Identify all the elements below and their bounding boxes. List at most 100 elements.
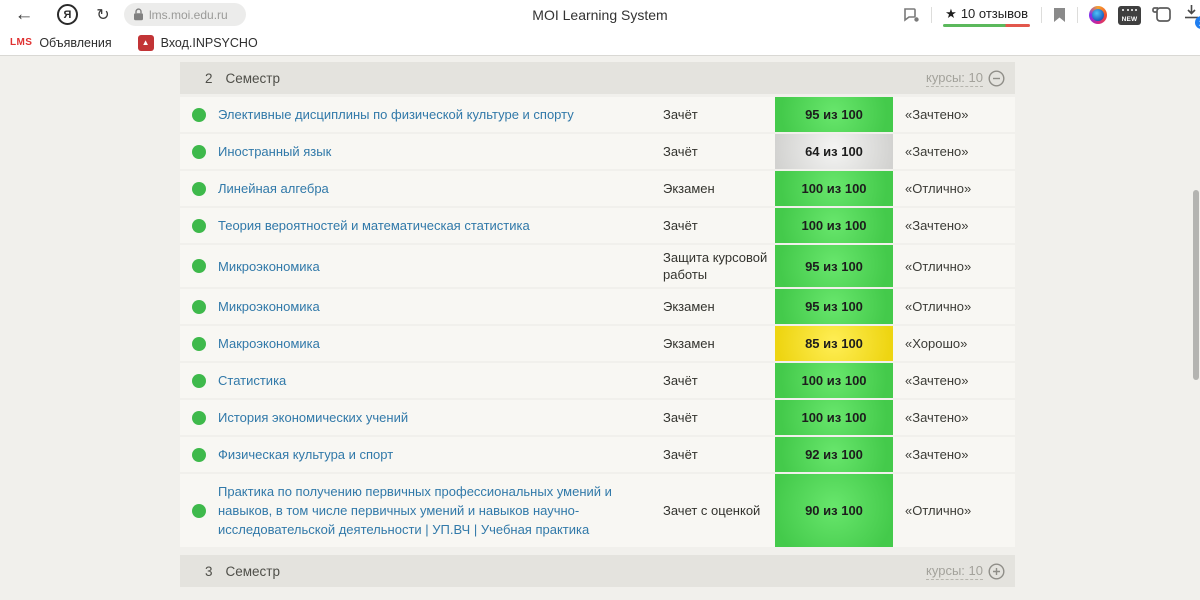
grade-text: «Зачтено» (905, 218, 969, 233)
bookmark-inpsycho[interactable]: ▲ Вход.INPSYCHO (137, 34, 258, 51)
back-icon[interactable]: ← (12, 0, 36, 30)
course-row: Элективные дисциплины по физической куль… (180, 97, 1015, 134)
course-row: Статистика Зачёт 100 из 100 «Зачтено» (180, 363, 1015, 400)
grade-text: «Зачтено» (905, 107, 969, 122)
score-badge: 90 из 100 (775, 474, 893, 547)
extension-icon[interactable] (1089, 6, 1107, 24)
course-row: Микроэкономика Защита курсовой работы 95… (180, 245, 1015, 289)
reviews-rating[interactable]: ★ 10 отзывов (943, 3, 1030, 28)
course-link[interactable]: Макроэкономика (218, 326, 650, 361)
collections-icon[interactable] (1152, 6, 1172, 24)
course-row: Теория вероятностей и математическая ста… (180, 208, 1015, 245)
score-badge: 95 из 100 (775, 245, 893, 287)
toolbar-divider (1077, 7, 1078, 23)
assessment-type: Зачёт (663, 410, 698, 425)
status-dot-icon (180, 299, 218, 314)
bookmark-label: Вход.INPSYCHO (160, 35, 258, 50)
new-extension-label: NEW (1121, 15, 1138, 23)
status-dot-icon (180, 181, 218, 196)
courses-count-link[interactable]: курсы: 10 (926, 70, 983, 87)
inpsycho-favicon: ▲ (137, 34, 154, 51)
course-link[interactable]: Микроэкономика (218, 249, 650, 284)
score-badge: 100 из 100 (775, 363, 893, 398)
scrollbar[interactable] (1193, 190, 1199, 380)
assessment-type: Зачёт (663, 107, 698, 122)
status-dot-icon (180, 336, 218, 351)
toolbar-right-icons: ★ 10 отзывов NEW (902, 0, 1200, 30)
reviews-count: 10 отзывов (960, 6, 1028, 21)
download-icon[interactable]: 2 (1183, 3, 1200, 29)
course-rows: Элективные дисциплины по физической куль… (180, 97, 1015, 549)
course-link[interactable]: Линейная алгебра (218, 171, 650, 206)
grade-text: «Отлично» (905, 503, 972, 518)
course-link[interactable]: Статистика (218, 363, 650, 398)
course-row: Микроэкономика Экзамен 95 из 100 «Отличн… (180, 289, 1015, 326)
grade-text: «Отлично» (905, 299, 972, 314)
score-badge: 92 из 100 (775, 437, 893, 472)
grade-text: «Хорошо» (905, 336, 968, 351)
course-row: Практика по получению первичных професси… (180, 474, 1015, 549)
course-link[interactable]: Иностранный язык (218, 134, 650, 169)
status-dot-icon (180, 410, 218, 425)
score-badge: 100 из 100 (775, 208, 893, 243)
protect-icon[interactable] (902, 7, 920, 24)
tab-title: MOI Learning System (532, 7, 668, 23)
course-link[interactable]: Физическая культура и спорт (218, 437, 650, 472)
url-text: lms.moi.edu.ru (149, 7, 228, 22)
yandex-logo-icon[interactable]: Я (57, 4, 78, 25)
status-dot-icon (180, 144, 218, 159)
address-bar[interactable]: lms.moi.edu.ru (124, 3, 246, 26)
browser-toolbar: ← Я ↻ lms.moi.edu.ru MOI Learning System (0, 0, 1200, 30)
score-badge: 100 из 100 (775, 171, 893, 206)
toolbar-divider (1041, 7, 1042, 23)
status-dot-icon (180, 447, 218, 462)
score-badge: 85 из 100 (775, 326, 893, 361)
course-row: Физическая культура и спорт Зачёт 92 из … (180, 437, 1015, 474)
grade-text: «Зачтено» (905, 447, 969, 462)
assessment-type: Экзамен (663, 181, 715, 196)
semester-2-header: 2 Семестр курсы: 10 (180, 62, 1015, 94)
course-link[interactable]: Микроэкономика (218, 289, 650, 324)
lock-icon (133, 8, 144, 21)
status-dot-icon (180, 503, 218, 518)
assessment-type: Зачёт (663, 218, 698, 233)
course-row: Иностранный язык Зачёт 64 из 100 «Зачтен… (180, 134, 1015, 171)
course-link[interactable]: Элективные дисциплины по физической куль… (218, 97, 650, 132)
bookmark-label: Объявления (39, 35, 112, 50)
course-link[interactable]: Практика по получению первичных професси… (218, 474, 650, 547)
course-link[interactable]: История экономических учений (218, 400, 650, 435)
courses-count-link[interactable]: курсы: 10 (926, 563, 983, 580)
bookmarks-bar: LMS Объявления ▲ Вход.INPSYCHO (0, 30, 1200, 55)
browser-chrome: ← Я ↻ lms.moi.edu.ru MOI Learning System (0, 0, 1200, 56)
rating-bar (943, 23, 1030, 27)
semester-number: 2 (205, 70, 213, 86)
status-dot-icon (180, 259, 218, 273)
grade-text: «Зачтено» (905, 410, 969, 425)
assessment-type: Экзамен (663, 299, 715, 314)
assessment-type: Зачёт (663, 144, 698, 159)
status-dot-icon (180, 373, 218, 388)
expand-icon[interactable] (988, 562, 1005, 580)
download-badge: 2 (1195, 16, 1200, 29)
assessment-type: Зачёт (663, 447, 698, 462)
score-badge: 100 из 100 (775, 400, 893, 435)
assessment-type: Экзамен (663, 336, 715, 351)
bookmark-announcements[interactable]: LMS Объявления (10, 36, 112, 50)
course-row: Макроэкономика Экзамен 85 из 100 «Хорошо… (180, 326, 1015, 363)
lms-page: 2 Семестр курсы: 10 Элективные дисциплин… (0, 57, 1200, 600)
semester-number: 3 (205, 563, 213, 579)
course-link[interactable]: Теория вероятностей и математическая ста… (218, 208, 650, 243)
reload-icon[interactable]: ↻ (92, 0, 114, 30)
assessment-type: Зачет с оценкой (663, 503, 761, 518)
new-extension-icon[interactable]: NEW (1118, 5, 1141, 25)
collapse-icon[interactable] (988, 69, 1005, 87)
score-badge: 64 из 100 (775, 134, 893, 169)
bookmark-icon[interactable] (1053, 7, 1066, 23)
semester-label: Семестр (225, 563, 281, 579)
grade-text: «Отлично» (905, 258, 972, 274)
star-icon: ★ (945, 5, 957, 21)
assessment-type: Защита курсовой работы (663, 250, 768, 282)
grade-text: «Отлично» (905, 181, 972, 196)
lms-favicon: LMS (10, 37, 33, 48)
semester-label: Семестр (225, 70, 281, 86)
